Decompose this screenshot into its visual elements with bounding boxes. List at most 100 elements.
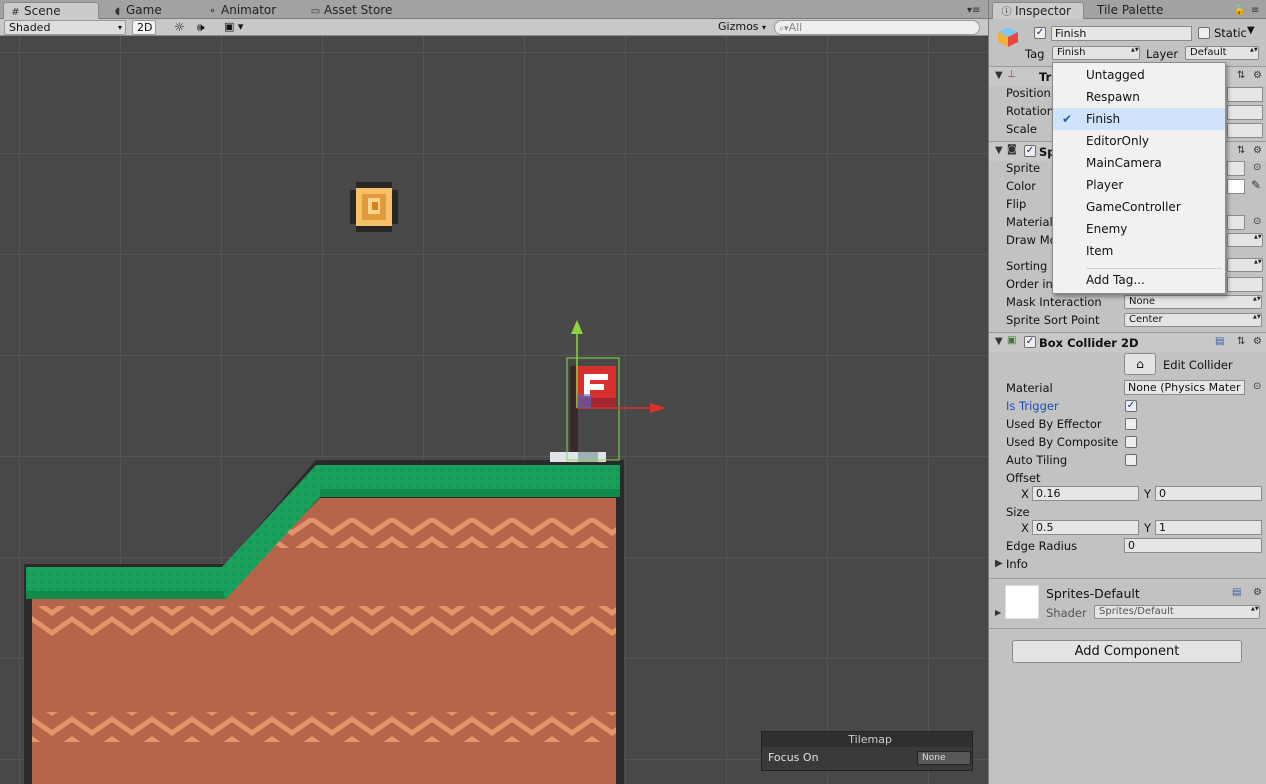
edge-radius-field[interactable]: 0 — [1124, 538, 1262, 553]
object-picker-icon[interactable]: ⊙ — [1253, 381, 1261, 392]
help-book-icon[interactable]: ▤ — [1232, 587, 1241, 598]
foldout-arrow-icon[interactable]: ▼ — [995, 336, 1003, 347]
order-in-layer-field[interactable] — [1227, 277, 1263, 292]
foldout-right-icon[interactable]: ▶ — [995, 608, 1001, 617]
order-in-layer-label: Order in — [1006, 277, 1053, 291]
tag-menu-add-tag[interactable]: Add Tag... — [1053, 269, 1225, 291]
tab-inspector[interactable]: ⓘ Inspector — [992, 2, 1084, 19]
sprite-renderer-enabled-checkbox[interactable]: ✓ — [1024, 145, 1036, 157]
static-dropdown-icon[interactable]: ▼ — [1247, 25, 1255, 36]
tag-dropdown[interactable]: Finish — [1052, 46, 1140, 60]
box-collider-enabled-checkbox[interactable]: ✓ — [1024, 336, 1036, 348]
gear-icon[interactable]: ⚙ — [1253, 336, 1262, 347]
gameobject-cube-icon — [998, 27, 1018, 47]
shading-mode-dropdown[interactable]: Shaded ▾ — [4, 20, 126, 35]
color-field[interactable] — [1227, 179, 1245, 194]
eyedropper-icon[interactable]: ✎ — [1251, 178, 1261, 192]
is-trigger-checkbox[interactable]: ✓ — [1125, 400, 1137, 412]
animator-icon: ⚬ — [208, 6, 217, 17]
tag-menu-item-maincamera[interactable]: MainCamera — [1053, 152, 1225, 174]
section-divider — [989, 578, 1266, 579]
foldout-arrow-icon[interactable]: ▼ — [995, 70, 1003, 81]
size-y-label: Y — [1144, 521, 1152, 535]
tab-tile-palette[interactable]: Tile Palette — [1097, 2, 1163, 19]
focus-on-dropdown[interactable]: None — [917, 751, 971, 765]
collider-material-label: Material — [1006, 381, 1053, 395]
mask-interaction-dropdown[interactable]: None — [1124, 295, 1262, 309]
active-checkbox[interactable]: ✓ — [1034, 27, 1046, 39]
gear-icon[interactable]: ⚙ — [1253, 70, 1262, 81]
static-label: Static — [1214, 26, 1247, 40]
tag-menu-item-finish[interactable]: ✔ Finish — [1053, 108, 1225, 130]
info-foldout-label[interactable]: Info — [1006, 557, 1028, 571]
rotation-z-field[interactable] — [1227, 105, 1263, 120]
draw-mode-label: Draw Mo — [1006, 233, 1057, 247]
pacman-icon: ◖ — [114, 6, 121, 17]
hierarchy-search-input[interactable]: ⌕▾All — [774, 20, 980, 35]
position-z-field[interactable] — [1227, 87, 1263, 102]
collider-material-field[interactable]: None (Physics Mater — [1124, 380, 1245, 395]
scale-z-field[interactable] — [1227, 123, 1263, 138]
foldout-arrow-icon[interactable]: ▼ — [995, 145, 1003, 156]
sprite-field[interactable] — [1227, 161, 1245, 176]
shader-dropdown[interactable]: Sprites/Default — [1094, 605, 1260, 619]
preset-icon[interactable]: ⇅ — [1237, 145, 1245, 156]
used-by-composite-checkbox[interactable] — [1125, 436, 1137, 448]
object-picker-icon[interactable]: ⊙ — [1253, 162, 1261, 173]
lighting-toggle-icon[interactable]: ☼ — [170, 20, 189, 35]
offset-y-label: Y — [1144, 487, 1152, 501]
tab-scene[interactable]: # Scene — [3, 2, 99, 19]
object-picker-icon[interactable]: ⊙ — [1253, 216, 1261, 227]
tag-menu-item-gamecontroller[interactable]: GameController — [1053, 196, 1225, 218]
offset-label: Offset — [1006, 471, 1041, 485]
position-label: Position — [1006, 86, 1051, 100]
offset-y-field[interactable]: 0 — [1155, 486, 1262, 501]
sprite-sort-point-dropdown[interactable]: Center — [1124, 313, 1262, 327]
material-field[interactable] — [1227, 215, 1245, 230]
sorting-layer-dropdown[interactable] — [1227, 258, 1263, 272]
static-checkbox[interactable] — [1198, 27, 1210, 39]
foldout-right-icon[interactable]: ▶ — [995, 558, 1003, 569]
draw-mode-dropdown[interactable] — [1227, 233, 1263, 247]
focus-on-label: Focus On — [768, 751, 819, 764]
box-collider-header[interactable]: ▼ ▣ ✓ Box Collider 2D ▤ ⇅ ⚙ — [989, 332, 1266, 352]
preset-icon[interactable]: ⇅ — [1237, 70, 1245, 81]
tag-dropdown-menu: Untagged Respawn ✔ Finish EditorOnly Main… — [1052, 62, 1226, 294]
tab-asset-store[interactable]: ▭ Asset Store — [310, 2, 393, 19]
tag-menu-item-editoronly[interactable]: EditorOnly — [1053, 130, 1225, 152]
edit-collider-label: Edit Collider — [1163, 358, 1233, 372]
tag-menu-item-item[interactable]: Item — [1053, 240, 1225, 262]
tag-menu-item-untagged[interactable]: Untagged — [1053, 64, 1225, 86]
edit-collider-button[interactable]: ⌂ — [1124, 353, 1156, 375]
layer-dropdown[interactable]: Default — [1185, 46, 1259, 60]
gear-icon[interactable]: ⚙ — [1253, 145, 1262, 156]
transform-icon: ⊥ — [1007, 69, 1016, 80]
size-y-field[interactable]: 1 — [1155, 520, 1262, 535]
tab-game[interactable]: ◖ Game — [110, 2, 162, 19]
auto-tiling-checkbox[interactable] — [1125, 454, 1137, 466]
inspector-tab-bar: ⓘ Inspector Tile Palette 🔒 ≡ — [989, 0, 1266, 19]
gear-icon[interactable]: ⚙ — [1253, 587, 1262, 598]
size-x-field[interactable]: 0.5 — [1032, 520, 1139, 535]
audio-toggle-icon[interactable]: 🕪 — [193, 20, 209, 35]
help-book-icon[interactable]: ▤ — [1215, 336, 1224, 347]
tab-animator[interactable]: ⚬ Animator — [207, 2, 276, 19]
object-name-field[interactable]: Finish — [1051, 26, 1192, 41]
scale-label: Scale — [1006, 122, 1037, 136]
lock-icon[interactable]: 🔒 — [1233, 2, 1245, 19]
effects-dropdown-icon[interactable]: ▣ ▾ — [220, 20, 247, 35]
scene-viewport[interactable] — [0, 36, 988, 784]
add-component-button[interactable]: Add Component — [1012, 640, 1242, 663]
panel-menu-icon[interactable]: ▾≡ — [967, 2, 980, 19]
tag-menu-item-player[interactable]: Player — [1053, 174, 1225, 196]
rotation-label: Rotation — [1006, 104, 1055, 118]
color-label: Color — [1006, 179, 1037, 193]
2d-mode-button[interactable]: 2D — [132, 20, 156, 35]
gizmos-dropdown[interactable]: Gizmos ▾ — [714, 20, 770, 35]
panel-menu-icon[interactable]: ≡ — [1251, 2, 1259, 19]
tag-menu-item-respawn[interactable]: Respawn — [1053, 86, 1225, 108]
preset-icon[interactable]: ⇅ — [1237, 336, 1245, 347]
offset-x-field[interactable]: 0.16 — [1032, 486, 1139, 501]
used-by-effector-checkbox[interactable] — [1125, 418, 1137, 430]
tag-menu-item-enemy[interactable]: Enemy — [1053, 218, 1225, 240]
